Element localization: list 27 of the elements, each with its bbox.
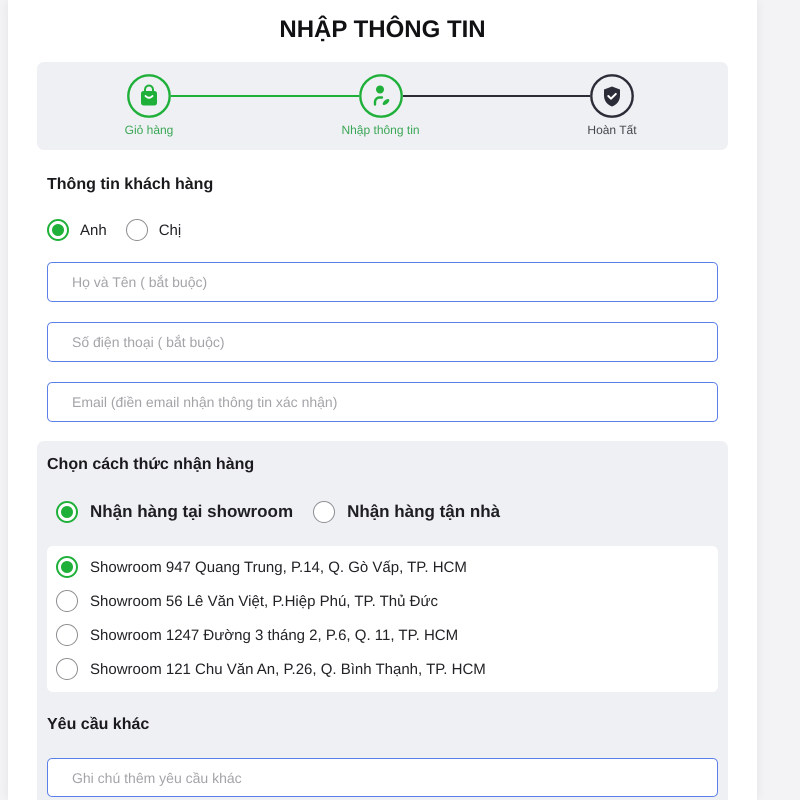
section-heading: Yêu cầu khác xyxy=(47,715,150,735)
section-heading: Chọn cách thức nhận hàng xyxy=(47,455,256,475)
section-heading: Thông tin khách hàng xyxy=(47,175,214,195)
radio-button[interactable] xyxy=(126,219,148,241)
input-field[interactable]: Ghi chú thêm yêu cầu khác xyxy=(47,758,718,797)
radio-button[interactable] xyxy=(313,501,336,523)
radio-button[interactable] xyxy=(56,658,78,680)
showroom-option[interactable]: Showroom 56 Lê Văn Việt, P.Hiệp Phú, TP. Thủ Đức xyxy=(56,584,709,618)
radio-button[interactable] xyxy=(56,624,78,646)
showroom-option[interactable]: Showroom 1247 Đường 3 tháng 2, P.6, Q. 11, TP. HCM xyxy=(56,618,709,652)
delivery-option[interactable]: Nhận hàng tại showroom xyxy=(56,501,294,523)
step-label: Nhập thông tin xyxy=(341,122,420,138)
radio-button[interactable] xyxy=(56,501,78,523)
salutation-option[interactable]: Chị xyxy=(126,219,182,241)
page-title: NHẬP THÔNG TIN xyxy=(278,14,487,45)
step-label: Hoàn Tất xyxy=(587,122,637,138)
radio-button[interactable] xyxy=(56,590,78,612)
delivery-option[interactable]: Nhận hàng tận nhà xyxy=(313,501,500,523)
input-field[interactable]: Họ và Tên ( bắt buộc) xyxy=(47,262,718,302)
salutation-option[interactable]: Anh xyxy=(47,219,107,241)
step-label: Giỏ hàng xyxy=(124,122,174,138)
radio-button[interactable] xyxy=(47,219,69,241)
input-field[interactable]: Số điện thoại ( bắt buộc) xyxy=(47,322,718,362)
input-field[interactable]: Email (điền email nhận thông tin xác nhận) xyxy=(47,382,718,422)
radio-button[interactable] xyxy=(56,556,78,578)
showroom-option[interactable]: Showroom 947 Quang Trung, P.14, Q. Gò Vấp, TP. HCM xyxy=(56,550,709,584)
showroom-option[interactable]: Showroom 121 Chu Văn An, P.26, Q. Bình Thạnh, TP. HCM xyxy=(56,652,709,686)
